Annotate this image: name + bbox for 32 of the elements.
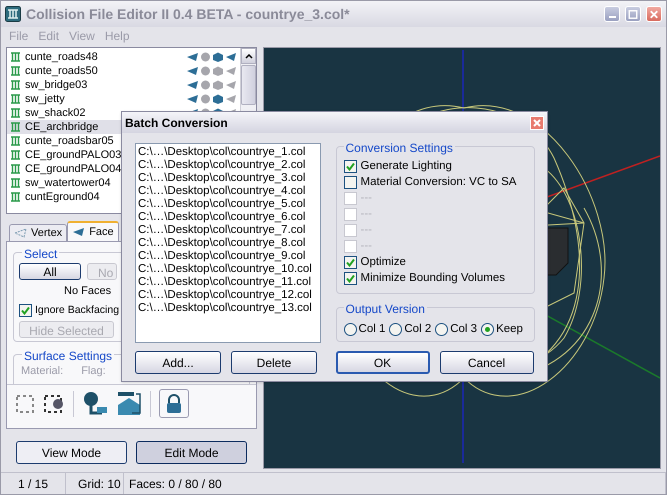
checkbox-label: --- (360, 190, 372, 206)
model-name: cunte_roads48 (25, 50, 98, 65)
radio-label: Col 2 (404, 322, 432, 337)
model-name: sw_watertower04 (25, 176, 111, 191)
status-text: 1 / 15 (18, 476, 48, 492)
checkbox-label: --- (360, 238, 372, 254)
model-name: CE_groundPALO04 (25, 162, 122, 177)
model-name: cunte_roads50 (25, 64, 98, 79)
dialog-title: Batch Conversion (125, 114, 228, 132)
model-name: CE_groundPALO03 (25, 148, 122, 163)
model-name: cuntEground04 (25, 190, 100, 205)
status-text: Faces: 0 / 80 / 80 (129, 476, 222, 492)
checkbox-label: Generate Lighting (360, 158, 452, 174)
model-name: sw_shack02 (25, 106, 86, 121)
window-title: Collision File Editor II 0.4 BETA - countrye_3.col* (26, 4, 351, 24)
radio-label: Col 3 (450, 322, 478, 337)
selection-info: No Faces (64, 284, 112, 299)
checkbox-label: Ignore Backfacing (35, 302, 120, 318)
field-label: Material: (21, 364, 64, 379)
checkbox-label: --- (360, 222, 372, 238)
model-name: sw_jetty (25, 92, 65, 107)
radio-label: Keep (496, 322, 523, 337)
checkbox-label: --- (360, 206, 372, 222)
checkbox-label: Minimize Bounding Volumes (360, 270, 505, 286)
checkbox-label: Material Conversion: VC to SA (360, 174, 516, 190)
status-text: Grid: 10 (78, 476, 121, 492)
field-label: Flag: (81, 364, 106, 379)
radio-label: Col 1 (358, 322, 386, 337)
model-name: CE_archbridge (25, 120, 98, 135)
checkbox-label: Optimize (360, 254, 406, 270)
model-name: cunte_roadsbar05 (25, 134, 114, 149)
model-name: sw_bridge03 (25, 78, 88, 93)
